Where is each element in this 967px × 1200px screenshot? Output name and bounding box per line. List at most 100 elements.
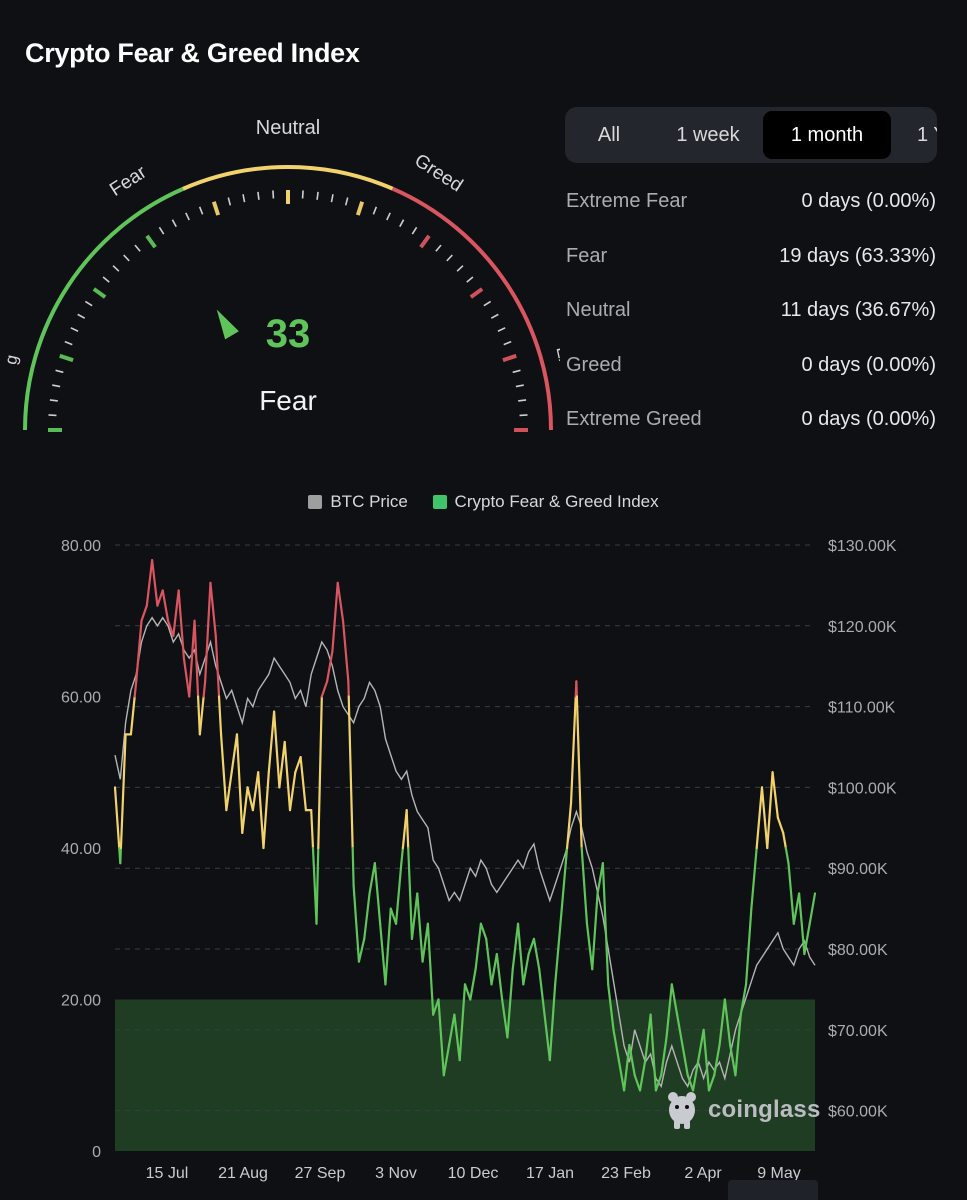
gauge-tick [48,414,57,417]
fgi-line-segment [209,581,217,638]
gauge-tick [411,226,418,235]
fgi-line-segment [161,589,170,622]
y-right-tick-label: $90.00K [828,861,888,878]
tab-all[interactable]: All [569,111,649,159]
fear-greed-chart[interactable]: 0 20.00 40.00 60.00 80.00 $60.00K $70.00K $80.… [0,520,967,1200]
fgi-line-segment [405,809,410,850]
stat-row-extreme-fear: Extreme Fear 0 days (0.00%) [566,176,936,231]
fgi-line-segment [217,695,223,736]
fgi-line-segment [591,892,599,971]
fgi-line-segment [317,695,323,850]
gauge-tick [497,327,506,332]
stat-label: Greed [566,353,622,376]
y-left-tick-label: 60.00 [61,690,101,707]
gauge-tick [257,191,260,200]
gauge-tick [372,206,378,215]
tab-1-month[interactable]: 1 month [763,111,891,159]
fgi-line-segment [145,559,154,607]
gauge-tick [446,254,453,262]
x-tick-label: 27 Sep [295,1165,346,1182]
gauge-tick [456,265,464,272]
x-tick-label: 15 Jul [146,1165,189,1182]
fgi-line-segment [474,922,483,971]
fgi-line-segment [394,862,403,925]
fgi-line-segment [336,581,345,622]
tab-1-week[interactable]: 1 week [653,111,763,159]
gauge-tick [112,265,120,272]
gauge-tick [185,212,190,221]
fgi-line-segment [792,892,801,925]
gauge-tick [55,369,64,374]
fgi-line-segment [580,846,589,925]
fgi-line-segment [787,862,795,925]
gauge-tick [64,340,73,346]
gauge-tick [301,190,304,199]
gauge-tick [469,287,484,299]
fgi-line-segment [776,816,785,834]
gauge-label: Fear [259,385,317,416]
fgi-line-segment [463,983,472,1001]
gauge-tick [171,219,177,228]
timeframe-selector: All 1 week 1 month 1 Y [565,107,937,163]
gauge-tick [84,300,93,307]
fgi-line-segment [235,733,244,834]
gauge-tick [198,206,204,215]
fgi-line-segment [373,862,382,925]
fgi-line-segment [784,846,790,865]
fgi-line-segment [251,771,260,812]
fgi-line-segment [225,771,233,812]
legend-item-btc-price[interactable]: BTC Price [308,492,408,512]
gauge-tick [330,194,334,203]
fgi-line-segment [527,937,536,956]
coinglass-logo-icon [668,1092,696,1129]
coinglass-watermark: coinglass [664,1090,821,1130]
gauge-tick [519,414,528,417]
tab-1-year[interactable]: 1 Y [895,111,937,159]
gauge-tick [59,353,74,363]
fgi-line-segment [766,771,774,850]
y-right-tick-label: $100.00K [828,780,897,797]
gauge-tick [158,226,165,235]
gauge-label-neutral: Neutral [256,117,320,139]
gauge-tick [102,276,110,283]
fgi-line-segment [320,680,329,698]
gauge-tick [145,234,157,249]
x-tick-label: 17 Jan [526,1165,574,1182]
fgi-line-segment [771,771,779,819]
y-left-tick-label: 80.00 [61,538,101,555]
gauge-tick [355,201,365,216]
fgi-line-segment [760,786,769,850]
gauge-tick [512,369,521,374]
fgi-line-segment [379,922,387,986]
fgi-line-segment [357,937,366,963]
fgi-line-segment [202,680,207,698]
gauge-tick [316,191,319,200]
fgi-line-segment [288,771,297,812]
fgi-line-segment [808,892,817,925]
fgi-line-segment [156,589,164,607]
stat-value: 0 days (0.00%) [801,353,936,376]
stat-value: 19 days (63.33%) [779,244,936,267]
y-right-tick-label: $80.00K [828,942,888,959]
page-title: Crypto Fear & Greed Index [25,38,360,68]
gauge-tick [77,313,86,319]
gauge-tick [435,244,442,252]
gauge-label-greed: Greed [411,150,467,196]
fgi-line-segment [564,846,569,865]
fgi-line-segment [565,801,573,850]
fgi-line-segment [511,922,520,971]
x-tick-label: 2 Apr [684,1165,722,1182]
gauge-tick [123,254,130,262]
x-tick-label: 3 Nov [375,1165,417,1182]
legend-item-fear-greed-index[interactable]: Crypto Fear & Greed Index [432,492,659,512]
stat-value: 0 days (0.00%) [801,408,936,430]
fgi-line-segment [272,710,281,789]
fgi-line-segment [151,559,159,607]
gauge-arc-greed [391,186,553,431]
legend-swatch [432,495,447,509]
gauge-tick [386,212,391,221]
fgi-line-segment [554,922,562,986]
fgi-line-segment [188,619,196,698]
fgi-line-segment [575,695,583,850]
fgi-line-segment [182,657,191,698]
